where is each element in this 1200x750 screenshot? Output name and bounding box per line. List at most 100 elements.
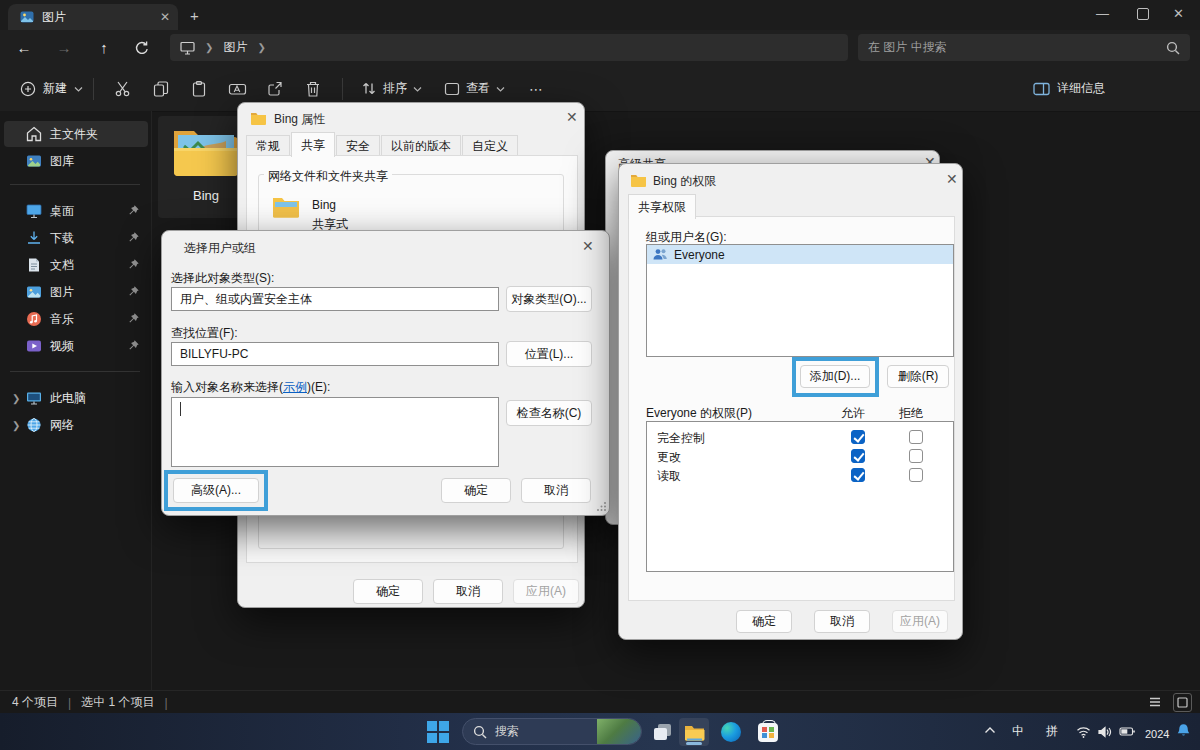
close-icon[interactable]: ✕ xyxy=(946,171,958,187)
tab-close-icon[interactable]: ✕ xyxy=(160,10,170,24)
search-placeholder: 在 图片 中搜索 xyxy=(868,39,947,56)
delete-button[interactable] xyxy=(294,80,332,98)
tab-share-permissions[interactable]: 共享权限 xyxy=(628,194,696,219)
breadcrumb-crumb[interactable]: 图片 xyxy=(223,39,247,56)
battery-icon[interactable] xyxy=(1119,726,1135,737)
group-list[interactable]: Everyone xyxy=(646,244,954,357)
ime-mode-indicator[interactable]: 拼 xyxy=(1046,723,1058,740)
start-button[interactable] xyxy=(424,718,452,746)
music-icon xyxy=(26,311,42,327)
object-names-textarea[interactable] xyxy=(171,397,499,467)
users-icon xyxy=(652,248,668,261)
ok-button[interactable]: 确定 xyxy=(441,478,511,503)
allow-checkbox-checked[interactable] xyxy=(851,430,865,444)
object-type-field[interactable]: 用户、组或内置安全主体 xyxy=(171,287,499,311)
remove-button[interactable]: 删除(R) xyxy=(887,365,949,388)
address-bar[interactable]: ❯ 图片 ❯ xyxy=(170,34,848,61)
back-button[interactable]: ← xyxy=(12,39,36,56)
rename-button[interactable] xyxy=(218,80,256,98)
taskbar-search[interactable]: 搜索 xyxy=(462,718,642,745)
allow-checkbox-checked[interactable] xyxy=(851,449,865,463)
tab-security[interactable]: 安全 xyxy=(336,135,380,157)
apply-button[interactable]: 应用(A) xyxy=(892,610,948,633)
text-cursor xyxy=(180,402,181,416)
minimize-button[interactable]: — xyxy=(1096,6,1109,21)
folder-icon xyxy=(250,112,267,125)
maximize-button[interactable] xyxy=(1137,8,1149,20)
details-pane-button[interactable]: 详细信息 xyxy=(1033,80,1105,97)
ok-button[interactable]: 确定 xyxy=(353,579,423,604)
sidebar-item-gallery[interactable]: 图库 xyxy=(4,148,148,174)
store-taskbar-icon[interactable] xyxy=(753,718,783,746)
group-list-item-everyone[interactable]: Everyone xyxy=(647,245,953,264)
file-explorer-taskbar-icon[interactable] xyxy=(679,718,709,746)
apply-button[interactable]: 应用(A) xyxy=(513,579,579,604)
documents-icon xyxy=(26,257,42,273)
sidebar-item-desktop[interactable]: 桌面 xyxy=(4,198,148,224)
share-name: Bing xyxy=(312,198,336,212)
share-button[interactable] xyxy=(256,80,294,98)
deny-checkbox-unchecked[interactable] xyxy=(909,468,923,482)
sidebar-item-documents[interactable]: 文档 xyxy=(4,252,148,278)
close-icon[interactable]: ✕ xyxy=(582,238,594,254)
sidebar-item-music[interactable]: 音乐 xyxy=(4,306,148,332)
deny-checkbox-unchecked[interactable] xyxy=(909,449,923,463)
thumbnail-view-button[interactable] xyxy=(1173,693,1192,712)
tray-chevron-up-icon[interactable] xyxy=(984,726,996,734)
object-types-button[interactable]: 对象类型(O)... xyxy=(506,286,592,312)
ok-button[interactable]: 确定 xyxy=(736,610,792,633)
add-button-highlight xyxy=(792,357,879,397)
explorer-tab[interactable]: 图片 ✕ xyxy=(8,4,178,30)
cut-button[interactable] xyxy=(104,80,142,98)
ime-language-indicator[interactable]: 中 xyxy=(1012,723,1024,740)
close-icon[interactable]: ✕ xyxy=(566,109,578,125)
task-view-button[interactable] xyxy=(650,718,676,746)
deny-checkbox-unchecked[interactable] xyxy=(909,430,923,444)
breadcrumb-separator: ❯ xyxy=(205,42,213,53)
location-field[interactable]: BILLYFU-PC xyxy=(171,342,499,366)
examples-link[interactable]: 示例 xyxy=(283,380,307,394)
sidebar-item-pictures[interactable]: 图片 xyxy=(4,279,148,305)
allow-header: 允许 xyxy=(841,405,865,422)
expand-chevron-icon[interactable]: ❯ xyxy=(12,420,22,431)
pictures-icon xyxy=(26,284,42,300)
sidebar-item-downloads[interactable]: 下载 xyxy=(4,225,148,251)
paste-button[interactable] xyxy=(180,80,218,98)
new-button[interactable]: 新建 xyxy=(20,80,83,97)
sidebar-item-videos[interactable]: 视频 xyxy=(4,333,148,359)
cancel-button[interactable]: 取消 xyxy=(433,579,503,604)
volume-icon[interactable] xyxy=(1098,726,1112,738)
tab-previous-versions[interactable]: 以前的版本 xyxy=(381,135,461,157)
edge-taskbar-icon[interactable] xyxy=(716,718,746,746)
wifi-icon[interactable] xyxy=(1076,726,1091,738)
check-names-button[interactable]: 检查名称(C) xyxy=(506,400,592,426)
tab-customize[interactable]: 自定义 xyxy=(462,135,518,157)
locations-button[interactable]: 位置(L)... xyxy=(506,341,592,367)
view-button[interactable]: 查看 xyxy=(444,80,505,97)
allow-checkbox-checked[interactable] xyxy=(851,468,865,482)
new-tab-button[interactable]: + xyxy=(190,7,199,24)
clock[interactable]: 2024 xyxy=(1145,728,1169,740)
weather-widget[interactable] xyxy=(597,719,641,744)
sidebar-item-home[interactable]: 主文件夹 xyxy=(4,121,148,147)
resize-grip[interactable] xyxy=(596,501,607,512)
tab-general[interactable]: 常规 xyxy=(246,135,290,157)
up-button[interactable]: ↑ xyxy=(92,39,116,56)
notification-bell-icon[interactable] xyxy=(1176,723,1191,738)
running-indicator xyxy=(686,742,702,745)
details-view-button[interactable] xyxy=(1148,695,1162,709)
sort-button[interactable]: 排序 xyxy=(361,80,422,97)
tab-sharing[interactable]: 共享 xyxy=(291,132,335,157)
cancel-button[interactable]: 取消 xyxy=(814,610,870,633)
copy-button[interactable] xyxy=(142,80,180,98)
sidebar-item-network[interactable]: ❯ 网络 xyxy=(4,412,148,438)
this-pc-icon xyxy=(26,390,42,406)
cancel-button[interactable]: 取消 xyxy=(521,478,591,503)
more-options-button[interactable]: ⋯ xyxy=(529,81,544,97)
forward-button[interactable]: → xyxy=(52,39,76,56)
refresh-button[interactable] xyxy=(134,40,150,56)
sidebar-item-this-pc[interactable]: ❯ 此电脑 xyxy=(4,385,148,411)
expand-chevron-icon[interactable]: ❯ xyxy=(12,393,22,404)
search-box[interactable]: 在 图片 中搜索 xyxy=(858,34,1190,61)
close-button[interactable]: ✕ xyxy=(1173,6,1184,21)
